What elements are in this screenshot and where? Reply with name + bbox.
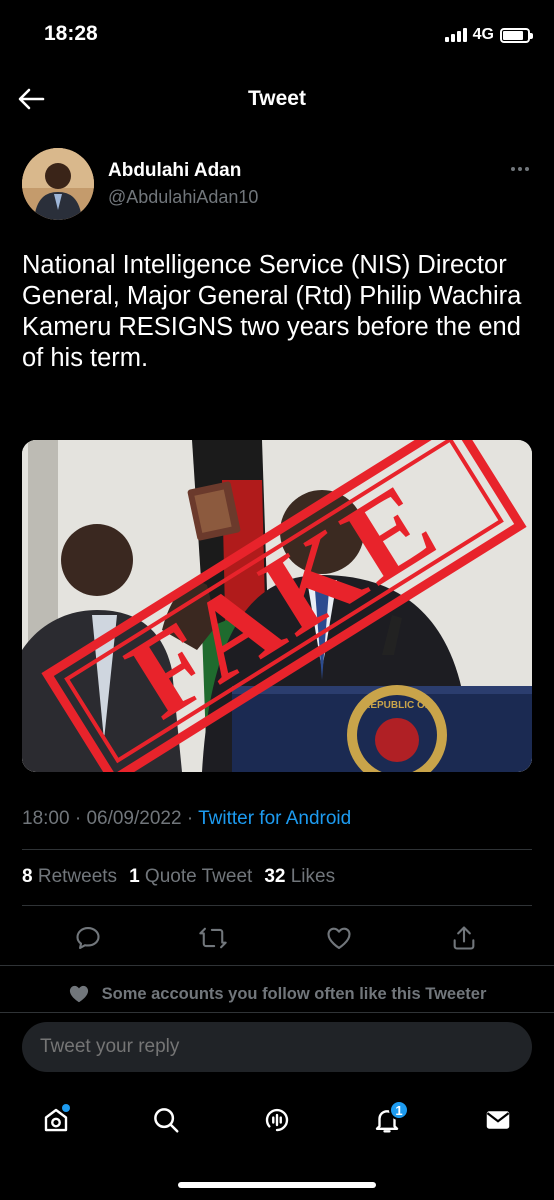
reply-icon [76, 927, 100, 949]
battery-icon [500, 27, 533, 43]
nav-home[interactable] [34, 1098, 78, 1142]
page-title: Tweet [248, 87, 306, 110]
nav-spaces[interactable] [255, 1098, 299, 1142]
heart-icon [69, 985, 88, 1003]
likes-count: 32 [264, 866, 286, 887]
tweet-photo: REPUBLIC OF FAKE [22, 440, 532, 772]
tweet-source-link[interactable]: Twitter for Android [198, 808, 351, 829]
status-bar: 18:28 4G [0, 0, 554, 70]
meta-separator: · [74, 808, 82, 829]
tweet-author: Abdulahi Adan @AbdulahiAdan10 [22, 146, 534, 222]
status-indicators: 4G [444, 26, 533, 44]
home-indicator [178, 1182, 376, 1188]
share-button[interactable] [444, 918, 484, 958]
avatar-photo [22, 148, 94, 220]
divider [22, 905, 532, 906]
tweet-actions [22, 918, 532, 958]
tweet-date: 06/09/2022 [86, 808, 182, 829]
divider [0, 1012, 554, 1013]
likes-label: Likes [290, 866, 336, 887]
likes-stat[interactable]: 32 Likes [264, 866, 335, 888]
divider [22, 849, 532, 850]
bottom-nav: 1 [0, 1090, 554, 1150]
spaces-icon [265, 1108, 289, 1132]
status-time: 18:28 [44, 22, 98, 45]
search-icon [154, 1108, 179, 1133]
tweet-text: National Intelligence Service (NIS) Dire… [22, 251, 522, 373]
quotes-stat[interactable]: 1 Quote Tweet [129, 866, 252, 888]
reply-box[interactable] [22, 1022, 532, 1072]
notifications-badge: 1 [389, 1100, 409, 1120]
retweet-button[interactable] [193, 918, 233, 958]
like-button[interactable] [319, 918, 359, 958]
author-name[interactable]: Abdulahi Adan [108, 160, 241, 182]
retweet-icon [199, 927, 227, 949]
network-label: 4G [472, 26, 494, 43]
quotes-count: 1 [129, 866, 140, 887]
nav-search[interactable] [144, 1098, 188, 1142]
share-icon [453, 926, 475, 950]
reply-button[interactable] [68, 918, 108, 958]
tweet-timestamp: 18:00 · 06/09/2022 · Twitter for Android [22, 808, 351, 830]
divider [0, 965, 554, 966]
meta-separator: · [186, 808, 194, 829]
mail-icon [486, 1111, 510, 1129]
nav-messages[interactable] [476, 1098, 520, 1142]
retweets-stat[interactable]: 8 Retweets [22, 866, 117, 888]
quotes-label: Quote Tweet [144, 866, 253, 887]
avatar[interactable] [22, 148, 94, 220]
retweets-label: Retweets [37, 866, 118, 887]
top-bar: Tweet [0, 72, 554, 126]
more-icon [511, 167, 515, 171]
author-handle[interactable]: @AbdulahiAdan10 [108, 187, 258, 208]
home-badge-dot [62, 1104, 70, 1112]
social-context: Some accounts you follow often like this… [0, 984, 554, 1004]
signal-icon [444, 28, 467, 42]
retweets-count: 8 [22, 866, 33, 887]
nav-notifications[interactable]: 1 [365, 1098, 409, 1142]
like-icon [327, 927, 351, 949]
more-options-button[interactable] [506, 160, 534, 178]
tweet-stats: 8 Retweets 1 Quote Tweet 32 Likes [22, 866, 335, 888]
tweet-image[interactable]: REPUBLIC OF FAKE [22, 440, 532, 772]
seal-text: REPUBLIC OF [363, 700, 431, 711]
tweet-time: 18:00 [22, 808, 70, 829]
reply-input[interactable] [40, 1036, 510, 1058]
social-context-text: Some accounts you follow often like this… [101, 984, 487, 1003]
